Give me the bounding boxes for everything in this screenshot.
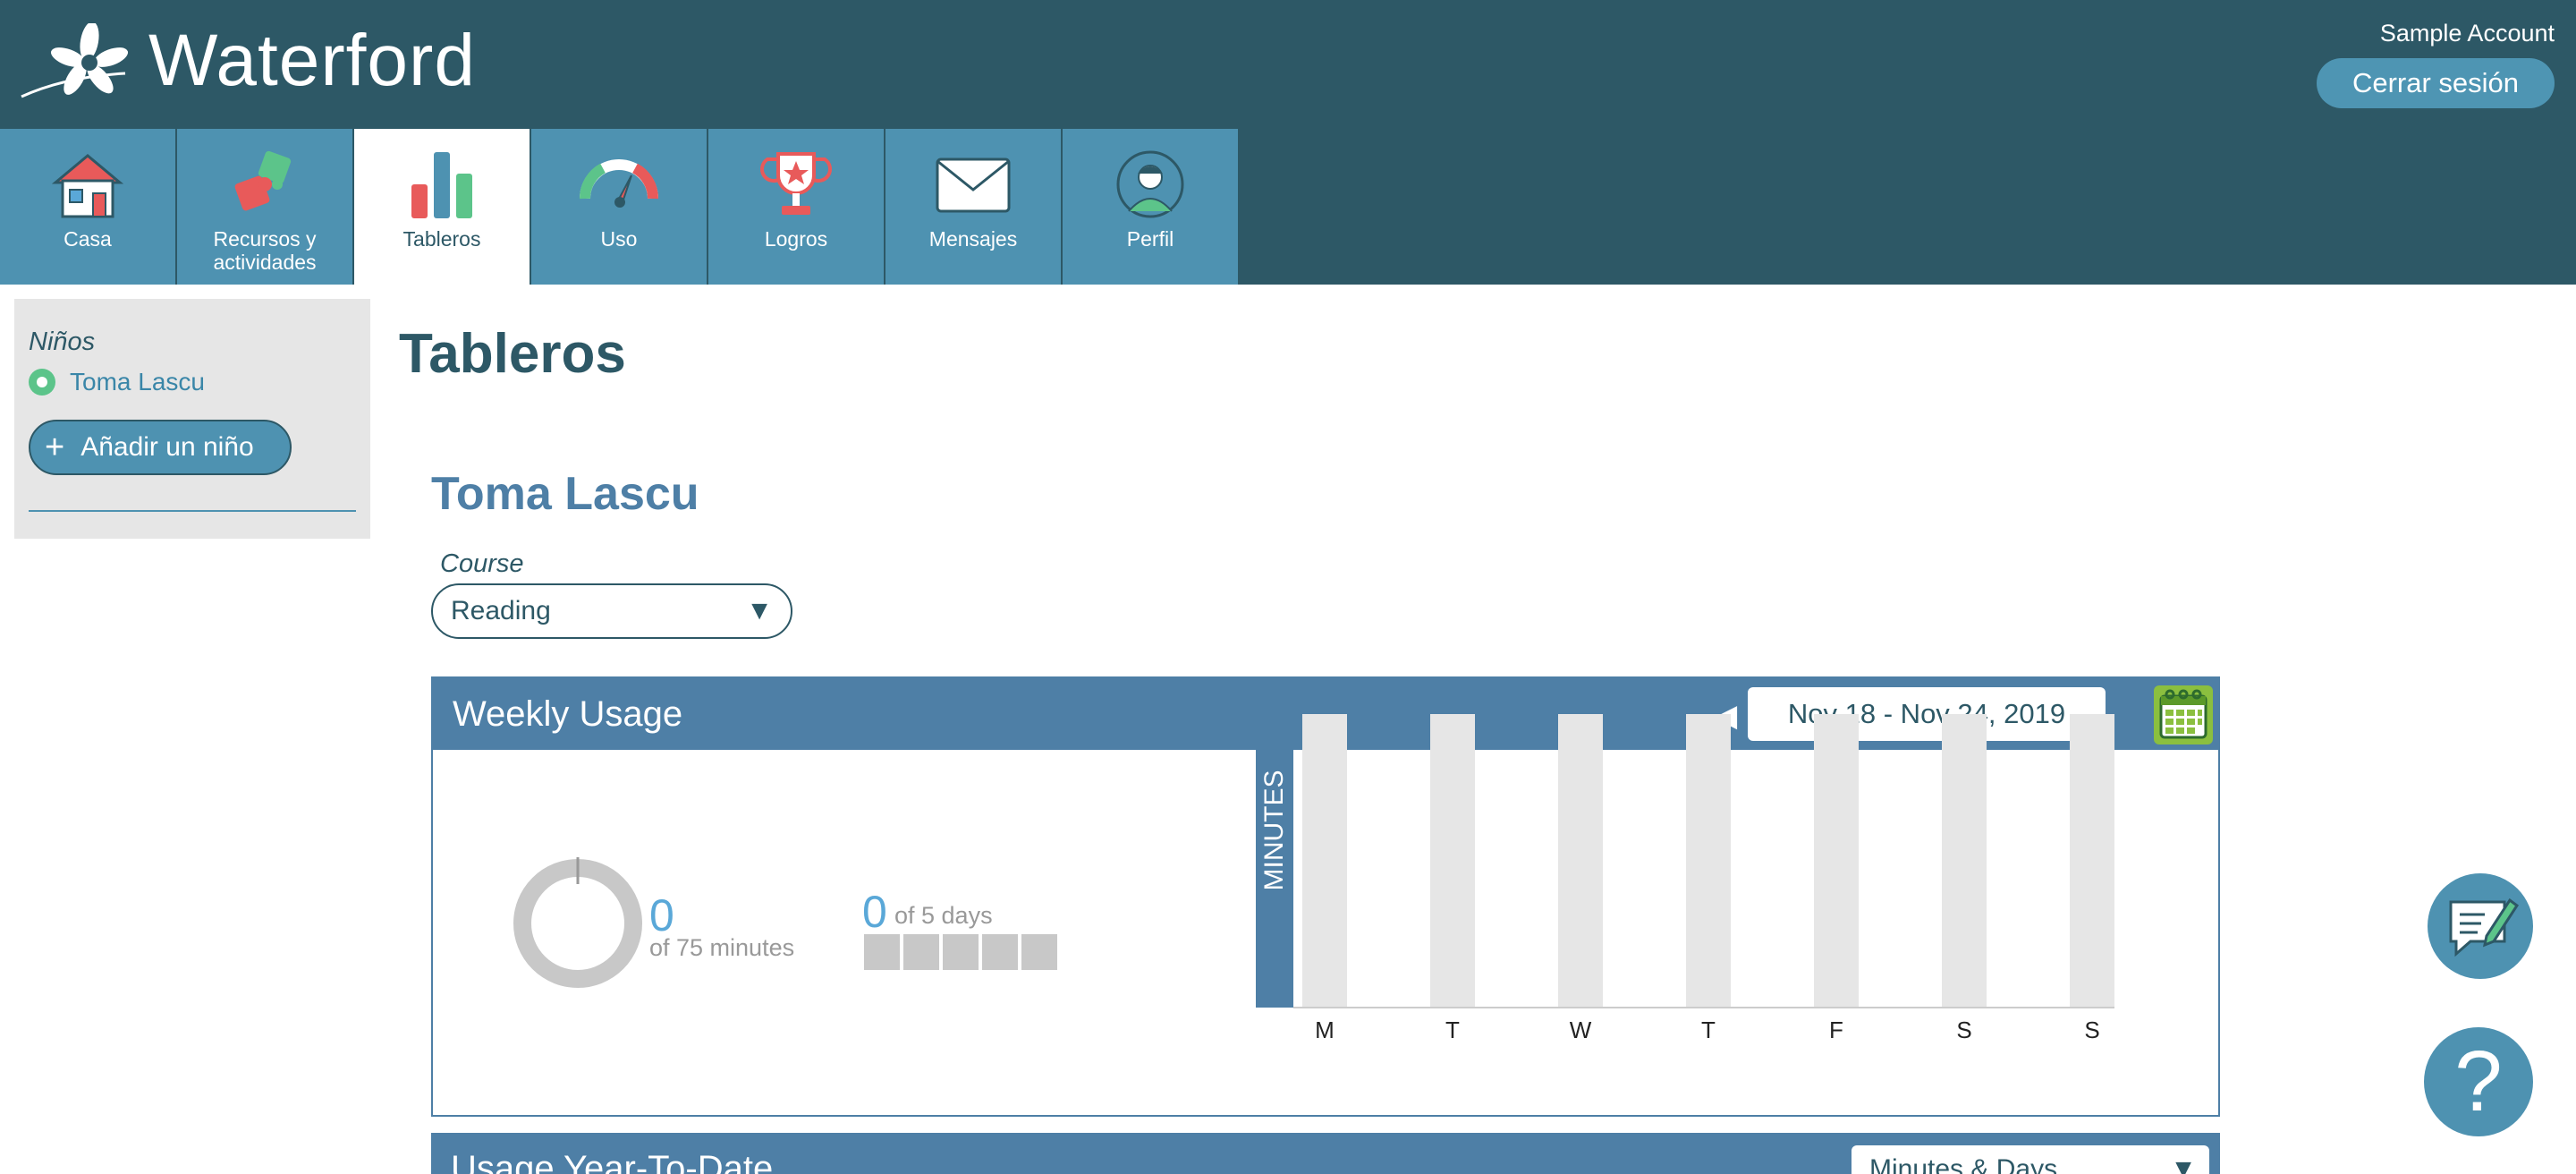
- main-nav: Casa Recursos y actividades Tableros Uso…: [0, 129, 1240, 285]
- sidebar: Niños Toma Lascu + Añadir un niño: [14, 299, 370, 539]
- x-tick-label: S: [1956, 1017, 1971, 1043]
- weekly-usage-title: Weekly Usage: [453, 693, 683, 734]
- account-name: Sample Account: [2379, 20, 2555, 47]
- child-heading: Toma Lascu: [431, 468, 699, 520]
- days-goal-text: of 5 days: [894, 902, 993, 929]
- day-progress-box: [864, 934, 900, 970]
- x-tick-label: M: [1315, 1017, 1335, 1043]
- waterford-flower-icon: [21, 23, 129, 98]
- child-name-link[interactable]: Toma Lascu: [70, 368, 205, 396]
- profile-icon: [1116, 150, 1184, 218]
- weekly-minutes-chart: MINUTES0MTWTFSS: [1256, 714, 2114, 1043]
- header: Waterford Sample Account Cerrar sesión C…: [0, 0, 2576, 285]
- brand-logo[interactable]: Waterford: [20, 23, 476, 98]
- day-progress-box: [1021, 934, 1057, 970]
- weekly-usage-panel: Weekly Usage ◀ Nov 18 - Nov 24, 2019: [431, 676, 2220, 1117]
- x-tick-label: T: [1445, 1017, 1460, 1043]
- account-area: Sample Account Cerrar sesión: [2316, 20, 2555, 108]
- bar-background: [1942, 714, 1987, 1008]
- bar-background: [1302, 714, 1347, 1008]
- caret-down-icon: ▼: [746, 596, 773, 625]
- house-icon: [51, 154, 124, 218]
- course-label: Course: [440, 549, 524, 578]
- minutes-goal-text: of 75 minutes: [649, 934, 795, 961]
- day-progress-box: [943, 934, 979, 970]
- puzzle-icon: [234, 150, 292, 211]
- tab-uso[interactable]: Uso: [531, 129, 707, 285]
- year-to-date-panel-header: Usage Year-To-Date Minutes & Days ▼: [431, 1133, 2220, 1174]
- brand-name: Waterford: [148, 20, 476, 101]
- sidebar-divider: [29, 510, 356, 512]
- bar-background: [1430, 714, 1475, 1008]
- bar-background: [1814, 714, 1859, 1008]
- add-child-label: Añadir un niño: [80, 432, 254, 462]
- tab-label: Uso: [600, 227, 638, 251]
- help-button[interactable]: ?: [2424, 1027, 2533, 1136]
- tab-label: Logros: [764, 227, 828, 251]
- x-tick-label: S: [2084, 1017, 2099, 1043]
- tab-logros[interactable]: Logros: [708, 129, 884, 285]
- minutes-progress-ring: [513, 857, 642, 988]
- tab-label: Tableros: [402, 227, 481, 251]
- tab-perfil[interactable]: Perfil: [1063, 129, 1238, 285]
- tab-label: Recursos y actividades: [213, 227, 317, 275]
- tab-mensajes[interactable]: Mensajes: [886, 129, 1061, 285]
- child-radio[interactable]: [29, 369, 55, 396]
- y-axis-label: MINUTES: [1259, 770, 1289, 891]
- tab-label: Mensajes: [928, 227, 1018, 251]
- year-to-date-select-value: Minutes & Days: [1869, 1154, 2058, 1174]
- course-value: Reading: [451, 596, 551, 625]
- envelope-icon: [936, 157, 1011, 213]
- tab-tableros[interactable]: Tableros: [354, 129, 530, 285]
- page-title: Tableros: [399, 323, 626, 385]
- year-to-date-title: Usage Year-To-Date: [451, 1149, 774, 1174]
- logout-button[interactable]: Cerrar sesión: [2316, 58, 2555, 108]
- x-tick-label: W: [1570, 1017, 1592, 1043]
- tab-casa[interactable]: Casa: [0, 129, 175, 285]
- sidebar-title: Niños: [29, 328, 96, 356]
- bar-chart-icon: [411, 152, 472, 218]
- trophy-icon: [760, 152, 832, 215]
- x-tick-label: T: [1701, 1017, 1716, 1043]
- x-tick-label: F: [1829, 1017, 1843, 1043]
- app-root: Waterford Sample Account Cerrar sesión C…: [0, 0, 2576, 1174]
- tab-label: Perfil: [1126, 227, 1174, 251]
- tab-label: Casa: [64, 227, 112, 251]
- bar-background: [1686, 714, 1731, 1008]
- bar-background: [1558, 714, 1603, 1008]
- day-progress-box: [982, 934, 1018, 970]
- tab-recursos[interactable]: Recursos y actividades: [177, 129, 352, 285]
- day-progress-box: [903, 934, 939, 970]
- days-progress-boxes: [864, 934, 1061, 970]
- notes-button[interactable]: [2428, 873, 2533, 979]
- gauge-icon: [579, 159, 659, 208]
- sidebar-child-item[interactable]: Toma Lascu: [29, 368, 356, 396]
- plus-icon: +: [45, 429, 65, 466]
- bar-background: [2070, 714, 2114, 1008]
- days-value: 0: [862, 887, 887, 937]
- year-to-date-select[interactable]: Minutes & Days ▼: [1852, 1145, 2209, 1174]
- course-select[interactable]: Reading ▼: [431, 583, 792, 639]
- add-child-button[interactable]: + Añadir un niño: [29, 420, 292, 475]
- caret-down-icon: ▼: [2170, 1154, 2197, 1174]
- question-mark-icon: ?: [2454, 1034, 2503, 1129]
- note-pencil-icon: [2449, 898, 2520, 957]
